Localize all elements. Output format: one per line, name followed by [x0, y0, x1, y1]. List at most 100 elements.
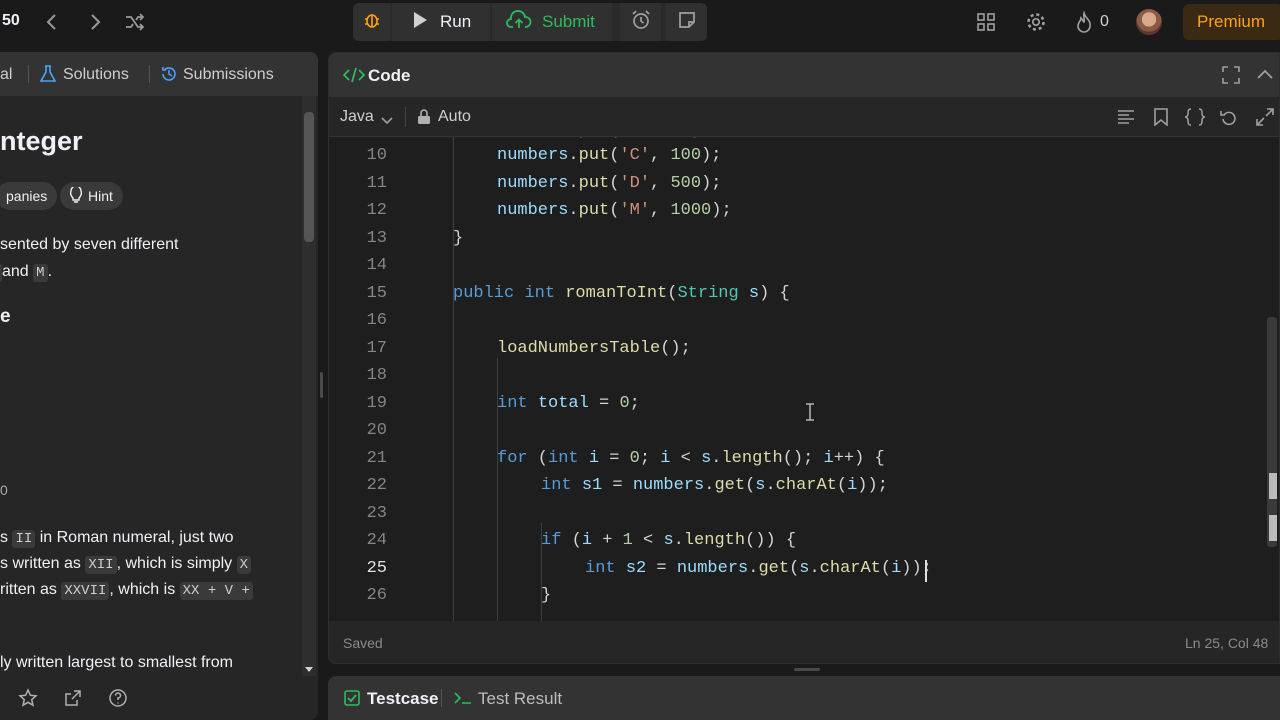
- scroll-down-arrow-icon[interactable]: [304, 661, 314, 679]
- curly-braces-icon[interactable]: [1184, 108, 1206, 131]
- alarm-clock-icon: [630, 9, 652, 36]
- example-text: in Roman numeral, just two: [39, 529, 234, 546]
- language-selector[interactable]: Java: [340, 108, 374, 126]
- expand-diagonal-icon[interactable]: [1256, 108, 1274, 131]
- scrollbar-marker: [1269, 473, 1277, 499]
- cloud-upload-icon: [506, 9, 532, 35]
- code-panel-title: Code: [368, 66, 411, 85]
- toolbar-divider: [405, 107, 406, 127]
- note-icon: [677, 10, 697, 35]
- fullscreen-icon[interactable]: [1222, 66, 1240, 89]
- problem-title: nteger: [0, 126, 83, 156]
- code-brackets-icon: [342, 67, 366, 88]
- code-line: numbers.put('M', 1000);: [497, 201, 732, 220]
- panel-resize-handle-horizontal[interactable]: [794, 668, 820, 671]
- terminal-icon: [453, 690, 473, 711]
- scrollbar-marker: [1269, 515, 1277, 541]
- star-icon[interactable]: [18, 688, 38, 713]
- chevron-down-icon[interactable]: [381, 112, 393, 130]
- code-line: if (i + 1 < s.length()) {: [541, 531, 797, 550]
- hint-chip[interactable]: Hint: [60, 182, 123, 210]
- code-editor[interactable]: numbers.put('X', 10); 10 numbers.put('C',…: [329, 137, 1279, 621]
- line-number: 25: [366, 558, 387, 578]
- lock-icon: [417, 109, 431, 130]
- tab-test-result[interactable]: Test Result: [478, 689, 562, 709]
- line-number: 12: [366, 201, 387, 220]
- table-fragment: 0: [0, 482, 8, 498]
- mouse-ibeam-cursor: [805, 403, 815, 426]
- autocomplete-mode[interactable]: Auto: [438, 108, 471, 126]
- example-text: , which is: [109, 581, 176, 598]
- problem-description-panel: al Solutions Submissions nteger panies H…: [0, 52, 318, 720]
- panel-resize-handle[interactable]: [320, 372, 323, 398]
- bookmark-icon[interactable]: [1153, 108, 1169, 131]
- line-number: 18: [366, 366, 387, 385]
- tab-testcase[interactable]: Testcase: [367, 689, 439, 709]
- user-avatar[interactable]: [1136, 9, 1162, 35]
- save-status: Saved: [343, 635, 383, 651]
- editor-scrollbar-thumb[interactable]: [1267, 317, 1277, 547]
- code-line: loadNumbersTable();: [497, 338, 691, 358]
- tab-divider: [149, 65, 150, 83]
- run-button[interactable]: Run: [392, 3, 490, 41]
- code-line: int s2 = numbers.get(s.charAt(i));: [585, 558, 932, 578]
- description-text: and: [2, 263, 29, 280]
- tab-submissions[interactable]: Submissions: [183, 66, 274, 84]
- tab-solutions[interactable]: Solutions: [63, 66, 129, 84]
- debug-button[interactable]: [353, 3, 390, 41]
- prev-problem-icon[interactable]: [40, 10, 64, 34]
- timer-button[interactable]: [620, 3, 661, 41]
- lightbulb-icon: [69, 184, 83, 206]
- submit-label: Submit: [542, 12, 595, 31]
- example-line: ritten as XXVII, which is XX + V +: [0, 581, 253, 600]
- code-line: for (int i = 0; i < s.length(); i++) {: [497, 448, 885, 468]
- line-number: 13: [366, 228, 387, 248]
- scrollbar-thumb[interactable]: [304, 112, 314, 242]
- line-number: 11: [366, 173, 387, 193]
- tab-divider: [28, 65, 29, 83]
- share-icon[interactable]: [63, 688, 83, 713]
- play-icon: [412, 11, 428, 34]
- editor-status-bar: Saved Ln 25, Col 48: [329, 621, 1279, 663]
- streak-flame-icon[interactable]: [1072, 10, 1096, 34]
- layout-grid-icon[interactable]: [975, 11, 997, 33]
- example-line: s II in Roman numeral, just two: [0, 529, 234, 548]
- settings-gear-icon[interactable]: [1024, 10, 1048, 34]
- format-lines-icon[interactable]: [1117, 109, 1135, 130]
- collapse-chevron-up-icon[interactable]: [1256, 66, 1274, 89]
- inline-code: II: [12, 530, 36, 548]
- cursor-position: Ln 25, Col 48: [1185, 635, 1269, 651]
- line-number: 20: [366, 421, 387, 440]
- reset-undo-icon[interactable]: [1220, 108, 1238, 131]
- text-cursor: [925, 560, 927, 582]
- example-text: ritten as: [0, 581, 57, 598]
- example-line: ly written largest to smallest from: [0, 654, 233, 671]
- tab-editorial[interactable]: al: [0, 66, 12, 84]
- editor-toolbar: Java Auto: [329, 97, 1279, 137]
- indent-guide: [453, 137, 454, 621]
- description-line: sented by seven different: [0, 236, 179, 253]
- code-editor-panel: Code Java Auto 10 numbers.put('C', 100);…: [328, 52, 1280, 664]
- inline-code: X: [236, 556, 252, 574]
- line-number: 17: [366, 338, 387, 358]
- example-text: s written as: [0, 555, 81, 572]
- inline-code: XII: [85, 556, 117, 574]
- notes-button[interactable]: [666, 3, 707, 41]
- line-number: 26: [366, 586, 387, 605]
- description-line: and M.: [0, 263, 52, 282]
- companies-chip[interactable]: panies: [0, 182, 58, 210]
- next-problem-icon[interactable]: [83, 10, 107, 34]
- testcase-panel: Testcase Test Result: [328, 676, 1280, 720]
- shuffle-icon[interactable]: [122, 10, 148, 34]
- section-heading: e: [0, 306, 11, 327]
- code-line: int total = 0;: [497, 393, 640, 413]
- streak-count: 0: [1100, 13, 1109, 30]
- inline-code: XX + V +: [179, 582, 253, 600]
- help-icon[interactable]: [108, 688, 128, 713]
- premium-button[interactable]: Premium: [1183, 4, 1280, 40]
- description-tabs: al Solutions Submissions: [0, 52, 318, 96]
- code-line: int s1 = numbers.get(s.charAt(i));: [541, 476, 888, 495]
- run-label: Run: [440, 12, 472, 31]
- submit-button[interactable]: Submit: [492, 3, 612, 41]
- problem-number[interactable]: 50: [2, 12, 20, 30]
